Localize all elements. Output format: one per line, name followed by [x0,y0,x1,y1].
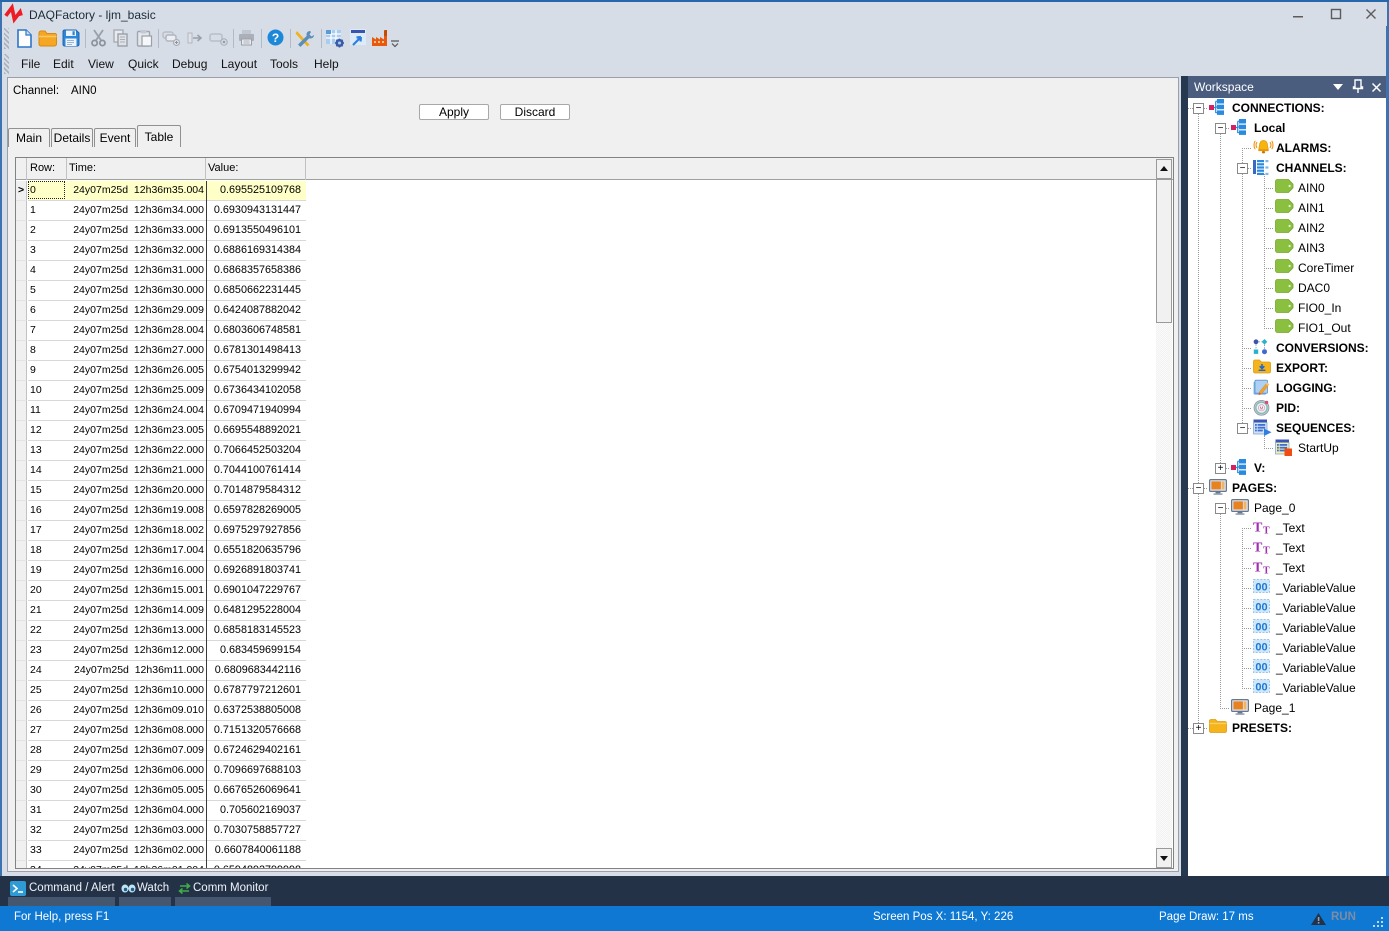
svg-text:T: T [1263,546,1270,555]
svg-text:00: 00 [1255,661,1267,673]
svg-text:00: 00 [1255,581,1267,593]
svg-text:M: M [1260,406,1264,411]
svg-text:?: ? [272,31,279,45]
svg-text:00: 00 [1255,601,1267,613]
svg-text:T: T [1263,566,1270,575]
svg-text:00: 00 [1255,621,1267,633]
svg-text:T: T [1253,561,1263,575]
svg-text:00: 00 [1255,641,1267,653]
svg-text:T: T [1253,541,1263,555]
svg-text:T: T [1253,521,1263,535]
svg-text:T: T [1263,526,1270,535]
svg-text:00: 00 [1255,681,1267,693]
